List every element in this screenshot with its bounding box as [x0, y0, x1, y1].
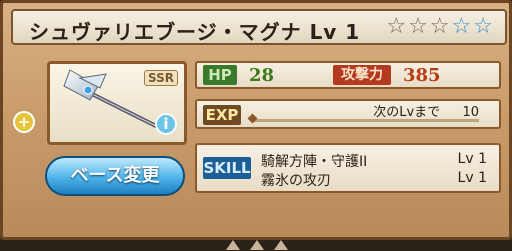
uncap-stars: ☆ ☆ ☆ ☆ ☆	[386, 16, 493, 38]
exp-next-value: 10	[462, 105, 479, 120]
info-icon[interactable]: i	[155, 113, 177, 135]
hp-label: HP	[203, 65, 237, 85]
exp-next-level: 次のLvまで 10	[373, 101, 479, 120]
change-base-button[interactable]: ベース変更	[45, 156, 185, 196]
star-icon-5: ☆	[473, 14, 493, 39]
nav-pip-icon	[250, 240, 264, 250]
skill-name-2: 霧氷の攻刃	[261, 173, 331, 189]
exp-bar	[253, 119, 479, 122]
skill-name-1: 騎解方陣・守護II	[261, 154, 368, 170]
weapon-title: シュヴァリエブージ・マグナ Lv 1	[29, 20, 361, 44]
stats-row: HP 28 攻撃力 385	[195, 61, 501, 89]
exp-label: EXP	[203, 105, 241, 125]
skill-level-1: Lv 1	[457, 151, 487, 167]
exp-row: EXP 次のLvまで 10	[195, 99, 501, 129]
hp-value: 28	[249, 65, 275, 86]
exp-next-text: 次のLvまで	[373, 105, 441, 120]
attack-label: 攻撃力	[333, 65, 391, 85]
skill-label: SKILL	[203, 157, 251, 179]
star-icon-2: ☆	[408, 14, 428, 39]
star-icon-3: ☆	[429, 14, 450, 39]
skill-level-2: Lv 1	[457, 170, 487, 186]
attack-value: 385	[403, 65, 441, 86]
weapon-detail-panel: シュヴァリエブージ・マグナ Lv 1 ☆ ☆ ☆ ☆ ☆ SSR + i ベース…	[0, 0, 512, 240]
star-icon-1: ☆	[386, 14, 407, 39]
rarity-badge: SSR	[144, 70, 178, 86]
nav-pip-icon	[274, 240, 288, 250]
nav-pip-icon	[226, 240, 240, 250]
title-bar: シュヴァリエブージ・マグナ Lv 1 ☆ ☆ ☆ ☆ ☆	[11, 9, 507, 45]
skill-box: SKILL 騎解方陣・守護II Lv 1 霧氷の攻刃 Lv 1	[195, 143, 501, 193]
plus-icon[interactable]: +	[13, 111, 35, 133]
star-icon-4: ☆	[451, 14, 472, 39]
